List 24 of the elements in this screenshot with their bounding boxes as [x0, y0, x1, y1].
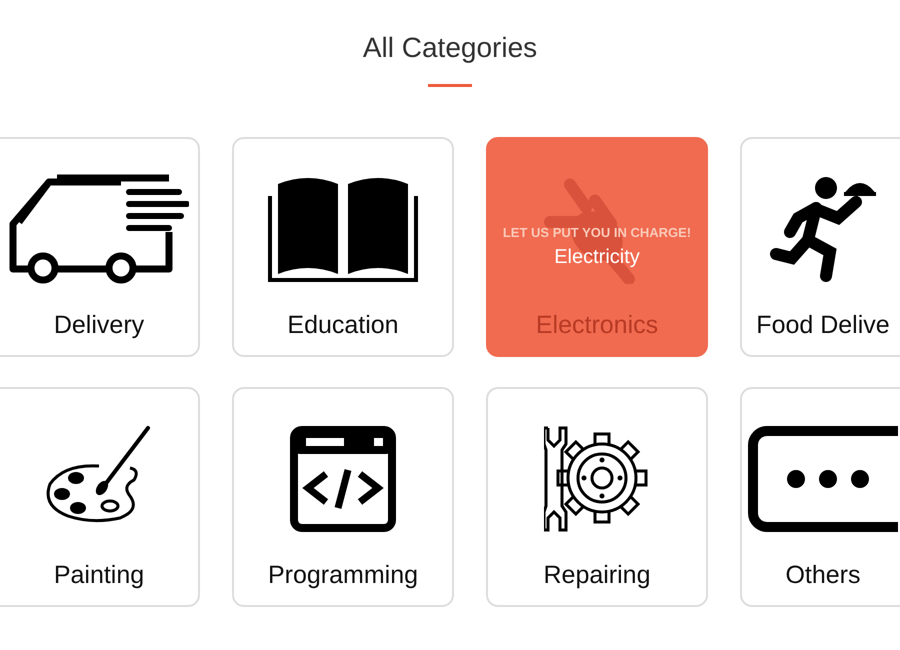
- category-card[interactable]: Repairing: [486, 387, 708, 607]
- category-card[interactable]: Food Delive: [740, 137, 900, 357]
- van-icon: [9, 174, 189, 284]
- category-card[interactable]: Education: [232, 137, 454, 357]
- category-label: Delivery: [54, 311, 144, 340]
- title-underline: [428, 84, 472, 87]
- category-card[interactable]: Delivery: [0, 137, 200, 357]
- category-label: Others: [785, 561, 861, 590]
- running-waiter-icon: [768, 174, 878, 284]
- category-label: Food Delive: [756, 311, 890, 340]
- category-label: Electronics: [536, 311, 658, 340]
- category-label: Repairing: [543, 561, 650, 590]
- gear-wrench-icon: [544, 426, 650, 532]
- category-card[interactable]: Others: [740, 387, 900, 607]
- category-label: Painting: [54, 561, 144, 590]
- more-dots-icon: [748, 426, 898, 532]
- code-window-icon: [290, 426, 396, 532]
- category-label: Education: [287, 311, 399, 340]
- category-card[interactable]: Programming: [232, 387, 454, 607]
- category-label: Programming: [268, 561, 418, 590]
- category-card[interactable]: Painting: [0, 387, 200, 607]
- overlay-title: Electricity: [554, 246, 640, 269]
- overlay-tagline: LET US PUT YOU IN CHARGE!: [502, 225, 692, 240]
- section-title: All Categories: [362, 31, 538, 65]
